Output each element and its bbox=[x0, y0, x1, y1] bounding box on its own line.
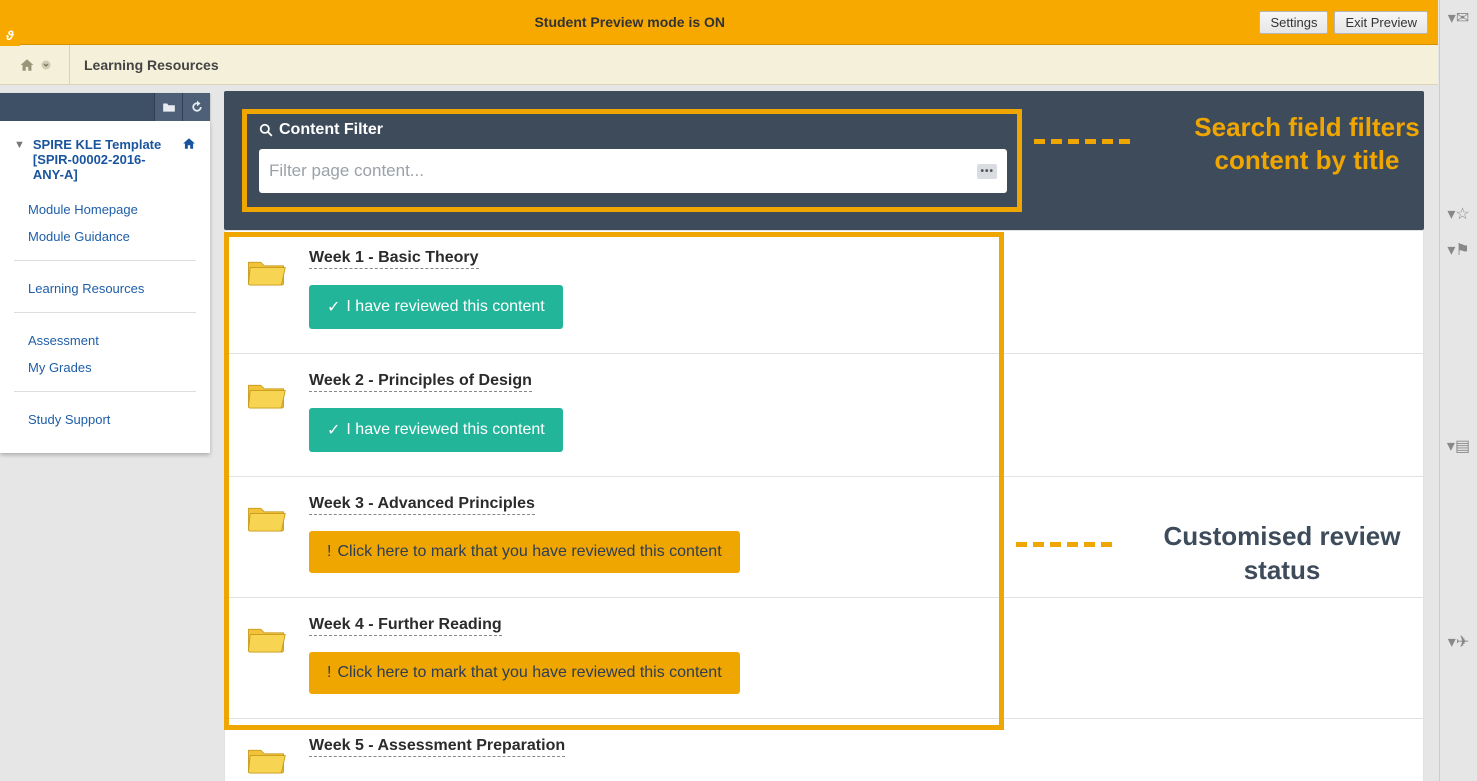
content-filter-label: Content Filter bbox=[259, 121, 1007, 139]
alert-icon: ! bbox=[327, 664, 331, 682]
home-icon bbox=[182, 137, 196, 153]
breadcrumb-title: Learning Resources bbox=[70, 45, 219, 84]
sidebar-link[interactable]: My Grades bbox=[14, 354, 196, 381]
folder-icon bbox=[245, 499, 287, 540]
content-item-title[interactable]: Week 3 - Advanced Principles bbox=[309, 495, 535, 515]
sidebar-link[interactable]: Module Homepage bbox=[14, 196, 196, 223]
preview-banner: ϑ Student Preview mode is ON Settings Ex… bbox=[0, 0, 1438, 45]
course-title-text: SPIRE KLE Template [SPIR-00002-2016-ANY-… bbox=[33, 137, 174, 182]
annotation-search: Search field filters content by title bbox=[1034, 111, 1462, 176]
content-item: Week 1 - Basic Theory ✓ I have reviewed t… bbox=[224, 230, 1424, 354]
caret-down-icon: ▼ bbox=[14, 139, 25, 151]
content-item-title[interactable]: Week 4 - Further Reading bbox=[309, 616, 502, 636]
folder-icon bbox=[245, 620, 287, 661]
mark-reviewed-button[interactable]: ! Click here to mark that you have revie… bbox=[309, 531, 740, 573]
sidebar-link[interactable]: Study Support bbox=[14, 406, 196, 433]
content-item: Week 2 - Principles of Design ✓ I have re… bbox=[224, 354, 1424, 477]
sidebar-header bbox=[0, 93, 210, 121]
sidebar-link[interactable]: Module Guidance bbox=[14, 223, 196, 250]
settings-button[interactable]: Settings bbox=[1259, 11, 1328, 34]
sidebar-link[interactable]: Learning Resources bbox=[14, 275, 196, 302]
gutter-collapse-icon[interactable]: ▾✉ bbox=[1440, 0, 1477, 36]
content-filter-input-wrap[interactable]: ••• bbox=[259, 149, 1007, 193]
annotation-review-status: Customised review status bbox=[1016, 520, 1432, 588]
course-title[interactable]: ▼ SPIRE KLE Template [SPIR-00002-2016-AN… bbox=[14, 137, 196, 182]
preview-tab-icon: ϑ bbox=[0, 24, 20, 46]
main-content: Content Filter ••• Search field filters … bbox=[210, 85, 1438, 781]
content-list: Week 1 - Basic Theory ✓ I have reviewed t… bbox=[224, 230, 1424, 781]
home-icon bbox=[19, 58, 35, 72]
right-gutter: ▾✉ ▾☆ ▾⚑ ▾▤ ▾✈ bbox=[1439, 0, 1477, 781]
gutter-flag-icon[interactable]: ▾⚑ bbox=[1440, 232, 1477, 268]
content-item-title[interactable]: Week 2 - Principles of Design bbox=[309, 372, 532, 392]
content-item-title[interactable]: Week 1 - Basic Theory bbox=[309, 249, 479, 269]
content-filter-input[interactable] bbox=[269, 161, 977, 181]
preview-message: Student Preview mode is ON bbox=[0, 14, 1259, 30]
content-filter-highlight: Content Filter ••• bbox=[242, 109, 1022, 212]
gutter-send-icon[interactable]: ▾✈ bbox=[1440, 624, 1477, 660]
sidebar-link[interactable]: Assessment bbox=[14, 327, 196, 354]
check-icon: ✓ bbox=[327, 297, 340, 317]
content-item: Week 4 - Further Reading ! Click here to … bbox=[224, 598, 1424, 719]
gutter-page-icon[interactable]: ▾▤ bbox=[1440, 428, 1477, 464]
breadcrumb-home[interactable] bbox=[0, 45, 70, 84]
exit-preview-button[interactable]: Exit Preview bbox=[1334, 11, 1428, 34]
chevron-down-icon bbox=[41, 60, 51, 70]
gutter-star-icon[interactable]: ▾☆ bbox=[1440, 196, 1477, 232]
folder-icon bbox=[245, 253, 287, 294]
keyboard-hint-icon: ••• bbox=[977, 164, 997, 179]
sidebar: ▼ SPIRE KLE Template [SPIR-00002-2016-AN… bbox=[0, 85, 210, 781]
search-icon bbox=[259, 123, 273, 137]
refresh-icon[interactable] bbox=[182, 93, 210, 121]
folder-open-icon[interactable] bbox=[154, 93, 182, 121]
mark-reviewed-button[interactable]: ! Click here to mark that you have revie… bbox=[309, 652, 740, 694]
content-item: Week 5 - Assessment Preparation bbox=[224, 719, 1424, 781]
content-item-title[interactable]: Week 5 - Assessment Preparation bbox=[309, 737, 565, 757]
content-filter-panel: Content Filter ••• Search field filters … bbox=[224, 91, 1424, 230]
breadcrumb: Learning Resources bbox=[0, 45, 1438, 85]
alert-icon: ! bbox=[327, 543, 331, 561]
reviewed-status-button[interactable]: ✓ I have reviewed this content bbox=[309, 408, 563, 452]
folder-icon bbox=[245, 741, 287, 781]
folder-icon bbox=[245, 376, 287, 417]
check-icon: ✓ bbox=[327, 420, 340, 440]
reviewed-status-button[interactable]: ✓ I have reviewed this content bbox=[309, 285, 563, 329]
